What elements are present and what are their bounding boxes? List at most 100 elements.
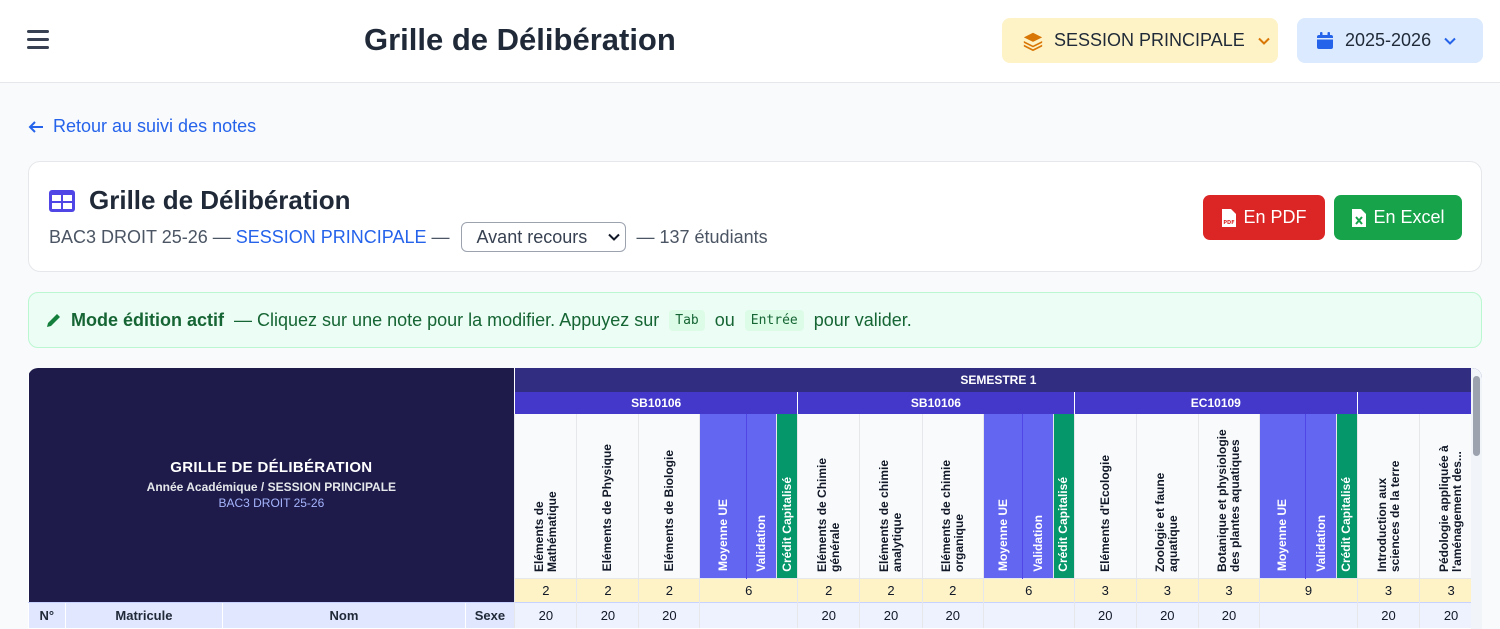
course-max-score[interactable]: 20: [1135, 601, 1199, 628]
course-credit: 2: [638, 577, 700, 602]
course-credit: 3: [1073, 577, 1137, 602]
ue-credit-header-label: Crédit Capitalisé: [1056, 476, 1071, 572]
course-header-label: Eléments de chimie analytique: [876, 459, 904, 572]
course-max-score[interactable]: 20: [797, 601, 860, 628]
card-title: Grille de Délibération: [49, 185, 351, 216]
deliberation-table: GRILLE DE DÉLIBÉRATION Année Académique …: [28, 368, 1482, 628]
ue-total-credit: 9: [1259, 577, 1358, 602]
calendar-icon: [1317, 31, 1333, 49]
course-header-label: Eléments d'Ecologie: [1097, 454, 1112, 572]
year-selector-label: 2025-2026: [1345, 30, 1432, 50]
back-link-label: Retour au suivi des notes: [53, 116, 257, 136]
course-header: Eléments de chimie organique: [921, 414, 984, 578]
export-pdf-button[interactable]: PDF En PDF: [1203, 195, 1325, 240]
course-header: Botanique et physiologie des plantes aqu…: [1197, 414, 1260, 578]
key-enter: Entrée: [744, 309, 804, 331]
col-header-num: N°: [28, 601, 66, 628]
edit-mode-or: ou: [714, 309, 735, 330]
top-bar: Grille de Délibération SESSION PRINCIPAL…: [0, 0, 1500, 83]
semester-header: SEMESTRE 1: [514, 368, 1482, 392]
course-max-score[interactable]: 20: [1197, 601, 1260, 628]
course-header: Eléments de Chimie générale: [797, 414, 860, 578]
ue-validation-header-label: Validation: [754, 514, 768, 572]
ue-header: SB10106: [514, 392, 798, 414]
separator: —: [207, 226, 236, 247]
course-header: Eléments de Mathématique: [514, 414, 577, 578]
course-header-label: Eléments de chimie organique: [938, 459, 966, 572]
svg-text:PDF: PDF: [1224, 220, 1235, 226]
ue-validation-header-label: Validation: [1313, 514, 1328, 572]
key-tab: Tab: [669, 309, 705, 331]
export-excel-button[interactable]: En Excel: [1334, 195, 1462, 240]
ue-credit-header-label: Crédit Capitalisé: [779, 476, 794, 572]
student-count: — 137 étudiants: [631, 226, 768, 247]
course-header-label: Zoologie et faune aquatique: [1153, 472, 1181, 572]
ue-credit-header: Crédit Capitalisé: [776, 414, 798, 578]
course-max-score[interactable]: 20: [638, 601, 700, 628]
course-header: Zoologie et faune aquatique: [1135, 414, 1199, 578]
edit-mode-after: pour valider.: [813, 309, 912, 330]
ue-max-empty: [699, 601, 798, 628]
course-header-label: Pédologie appliquée à l'aménagement des.…: [1437, 444, 1465, 572]
course-credit: 2: [921, 577, 984, 602]
deliberation-grid: GRILLE DE DÉLIBÉRATION Année Académique …: [28, 368, 1482, 629]
chevron-down-icon: [1258, 37, 1270, 45]
course-max-score[interactable]: 20: [921, 601, 984, 628]
file-pdf-icon: PDF: [1222, 208, 1237, 227]
card-subtitle: BAC3 DROIT 25-26 — SESSION PRINCIPALE — …: [49, 222, 768, 252]
chevron-down-icon: [1444, 37, 1456, 45]
col-header-nom: Nom: [222, 601, 466, 628]
col-header-sexe: Sexe: [464, 601, 515, 628]
export-pdf-label: En PDF: [1243, 207, 1307, 227]
course-header: Eléments de chimie analytique: [859, 414, 923, 578]
grid-left-title: GRILLE DE DÉLIBÉRATION: [170, 459, 373, 477]
course-max-score[interactable]: 20: [576, 601, 639, 628]
scrollbar-thumb[interactable]: [1473, 376, 1480, 456]
course-max-score[interactable]: 20: [1356, 601, 1420, 628]
ue-credit-header-label: Crédit Capitalisé: [1339, 476, 1354, 572]
grid-left-header: GRILLE DE DÉLIBÉRATION Année Académique …: [28, 368, 515, 602]
ue-average-header-label: Moyenne UE: [1275, 499, 1290, 572]
course-credit: 2: [859, 577, 923, 602]
recours-select[interactable]: Avant recours: [460, 222, 626, 252]
session-name: SESSION PRINCIPALE: [235, 226, 427, 247]
grid-scrollbar[interactable]: [1471, 368, 1482, 629]
course-credit: 2: [514, 577, 577, 602]
course-header-label: Botanique et physiologie des plantes aqu…: [1215, 428, 1243, 572]
ue-total-credit: 6: [699, 577, 798, 602]
year-selector[interactable]: 2025-2026: [1297, 18, 1483, 63]
course-header: Introduction aux sciences de la terre: [1356, 414, 1420, 578]
export-excel-label: En Excel: [1373, 207, 1445, 227]
ue-average-header: Moyenne UE: [982, 414, 1023, 578]
ue-max-empty: [982, 601, 1075, 628]
separator: —: [426, 226, 455, 247]
course-credit: 3: [1197, 577, 1260, 602]
ue-average-header: Moyenne UE: [1259, 414, 1306, 578]
course-max-score[interactable]: 20: [514, 601, 577, 628]
layers-icon: [1023, 32, 1043, 51]
ue-header: SB10106: [797, 392, 1075, 414]
session-selector[interactable]: SESSION PRINCIPALE: [1002, 18, 1278, 63]
edit-mode-text: — Cliquez sur une note pour la modifier.…: [234, 309, 660, 330]
ue-header-partial: [1356, 392, 1482, 414]
hamburger-menu-icon[interactable]: [26, 28, 52, 52]
course-credit: 2: [576, 577, 639, 602]
course-header-label: Eléments de Physique: [600, 444, 615, 572]
ue-validation-header-label: Validation: [1030, 514, 1045, 572]
table-icon: [49, 189, 75, 212]
grid-left-class: BAC3 DROIT 25-26: [218, 496, 325, 511]
back-link[interactable]: Retour au suivi des notes: [27, 116, 256, 137]
ue-credit-header: Crédit Capitalisé: [1336, 414, 1358, 578]
card-title-text: Grille de Délibération: [89, 185, 351, 215]
chevron-down-icon: [607, 233, 620, 241]
ue-average-header-label: Moyenne UE: [995, 499, 1010, 572]
ue-validation-header: Validation: [1022, 414, 1054, 578]
ue-credit-header: Crédit Capitalisé: [1052, 414, 1075, 578]
course-max-score[interactable]: 20: [859, 601, 923, 628]
grid-left-subtitle: Année Académique / SESSION PRINCIPALE: [146, 480, 397, 495]
course-header-label: Introduction aux sciences de la terre: [1374, 460, 1402, 572]
course-max-score[interactable]: 20: [1073, 601, 1137, 628]
class-name: BAC3 DROIT 25-26: [49, 226, 208, 247]
course-credit: 3: [1135, 577, 1199, 602]
course-header: Eléments de Biologie: [638, 414, 700, 578]
